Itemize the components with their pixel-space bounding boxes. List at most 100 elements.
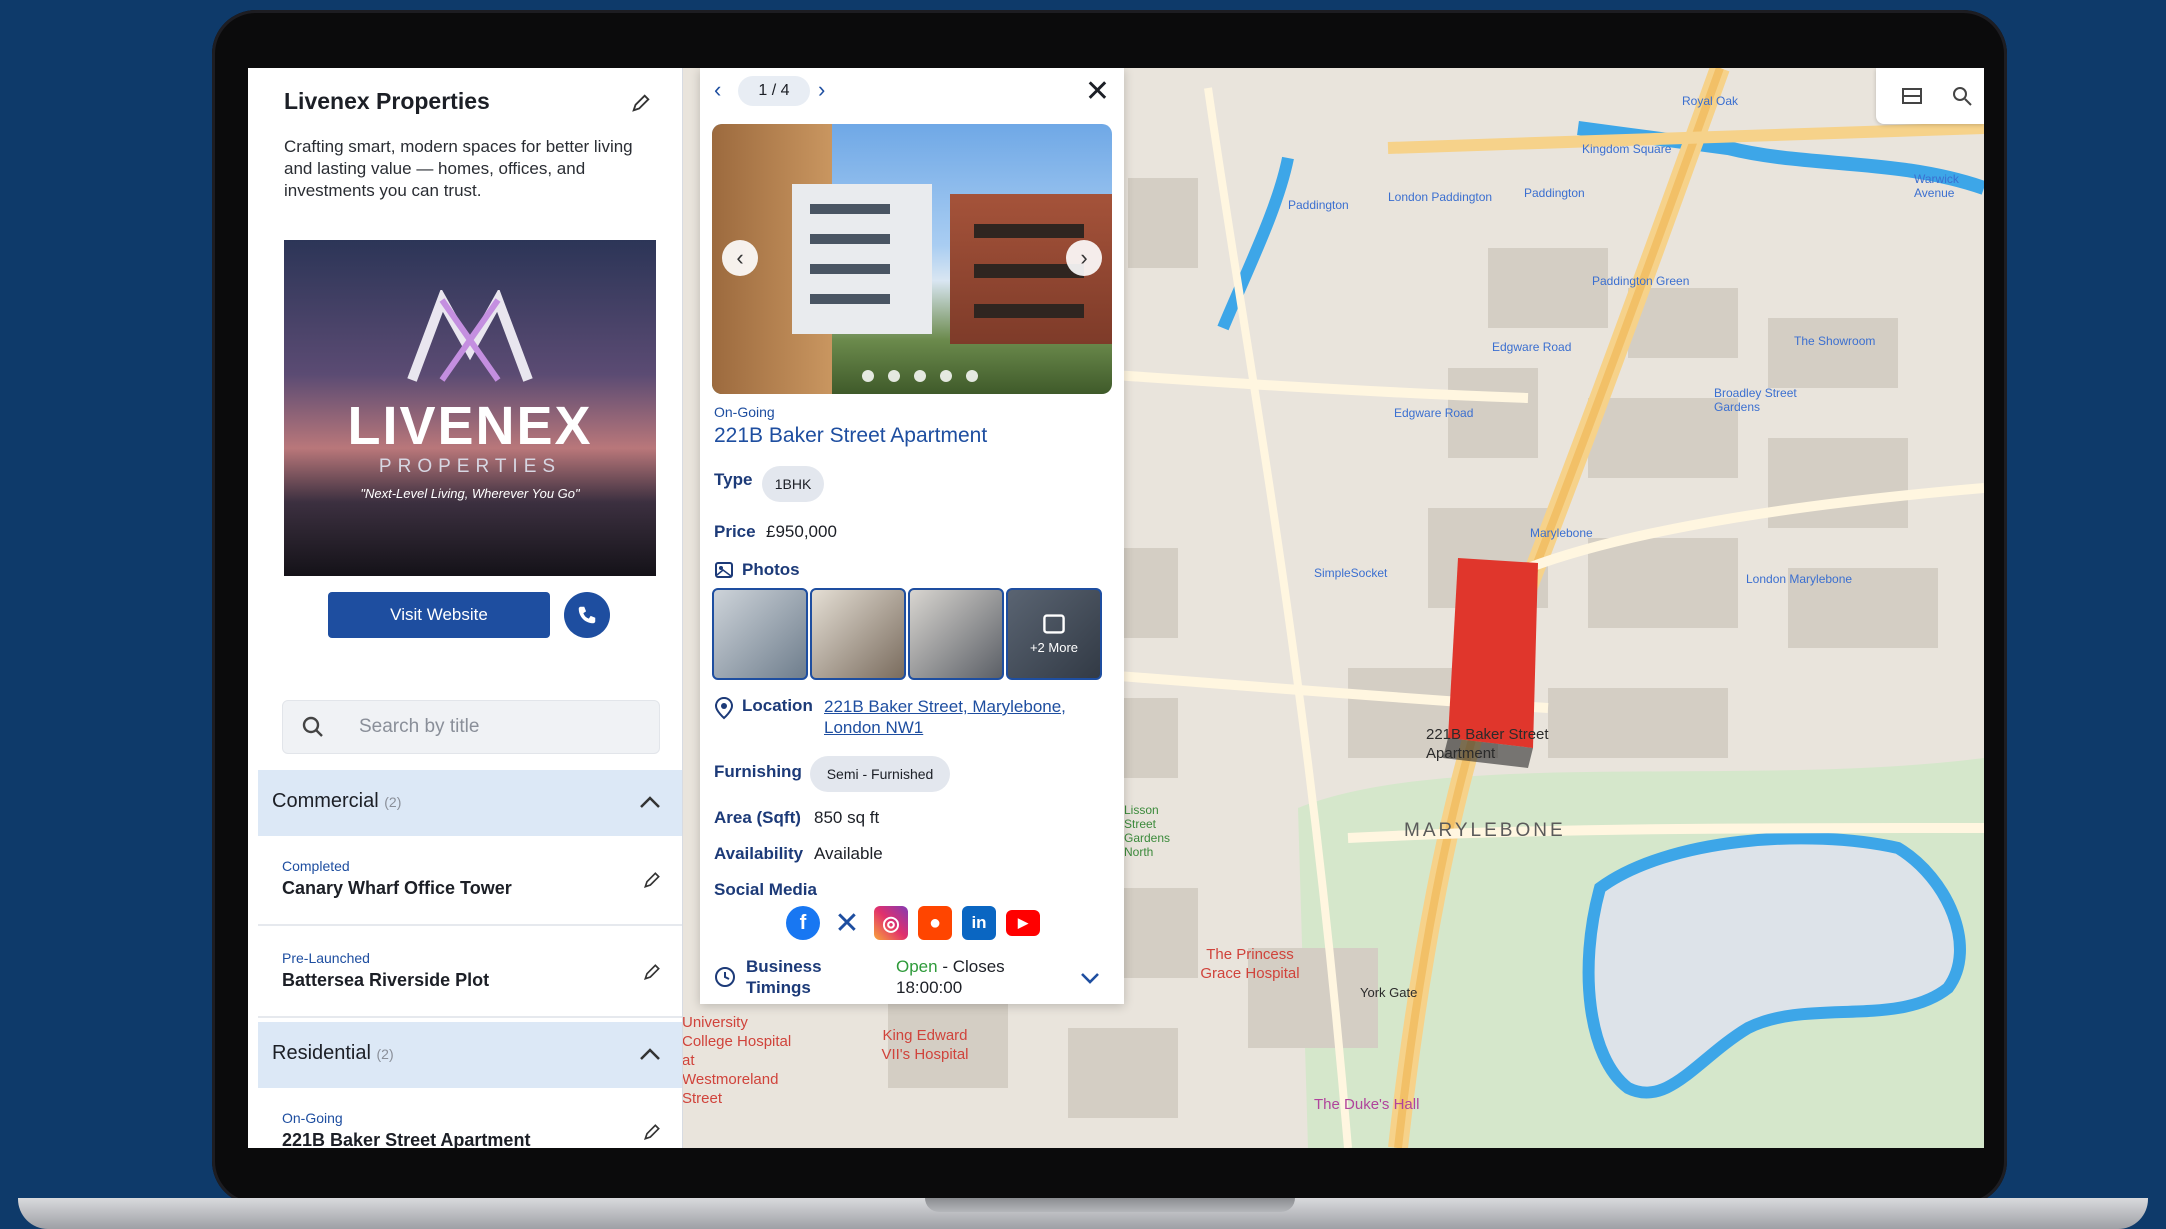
brand-title: Livenex Properties xyxy=(284,88,490,114)
photos-label: Photos xyxy=(742,560,800,579)
laptop-notch xyxy=(925,1198,1295,1212)
carousel-dot[interactable] xyxy=(914,370,926,382)
poi-label[interactable]: Broadley Street Gardens xyxy=(1714,386,1814,414)
photo-thumbnail[interactable] xyxy=(908,588,1004,680)
poi-label[interactable]: Paddington Green xyxy=(1592,274,1689,288)
property-detail-panel: ‹ 1 / 4 › ✕ ‹ › On-Going 221B Baker Stre… xyxy=(700,68,1124,1004)
edit-brand-icon[interactable] xyxy=(630,92,652,114)
prev-property-icon[interactable]: ‹ xyxy=(714,76,721,104)
search-field[interactable]: Search by title xyxy=(282,700,660,754)
item-status: Pre-Launched xyxy=(282,950,370,966)
availability-label: Availability xyxy=(714,844,804,863)
edit-icon[interactable] xyxy=(642,870,662,890)
hospital-label[interactable]: The Princess Grace Hospital xyxy=(1190,945,1310,983)
business-timings-value: Open - Closes 18:00:00 xyxy=(896,956,1036,998)
brand-description: Crafting smart, modern spaces for better… xyxy=(284,137,633,200)
poi-label[interactable]: Edgware Road xyxy=(1394,406,1473,420)
carousel-next-icon[interactable]: › xyxy=(1066,240,1102,276)
list-item[interactable]: Completed Canary Wharf Office Tower xyxy=(258,836,682,926)
location-label: Location xyxy=(742,696,813,715)
layers-icon[interactable] xyxy=(1900,84,1924,108)
item-status: Completed xyxy=(282,858,350,874)
photo-thumbnail[interactable] xyxy=(810,588,906,680)
carousel-prev-icon[interactable]: ‹ xyxy=(722,240,758,276)
list-item[interactable]: On-Going 221B Baker Street Apartment xyxy=(258,1088,682,1148)
x-icon[interactable]: ✕ xyxy=(830,906,864,940)
photo-thumbnail[interactable] xyxy=(712,588,808,680)
price-value: £950,000 xyxy=(766,522,837,541)
hospital-label[interactable]: University College Hospital at Westmorel… xyxy=(682,1013,792,1108)
photos-icon xyxy=(715,562,733,578)
chevron-up-icon[interactable] xyxy=(638,1044,662,1064)
chevron-up-icon[interactable] xyxy=(638,792,662,812)
edit-icon[interactable] xyxy=(642,962,662,982)
poi-label[interactable]: London Marylebone xyxy=(1746,572,1852,586)
open-status: Open xyxy=(896,957,938,976)
item-status: On-Going xyxy=(282,1110,343,1126)
hospital-label[interactable]: King Edward VII's Hospital xyxy=(870,1026,980,1064)
reddit-icon[interactable]: ● xyxy=(918,906,952,940)
carousel-dot[interactable] xyxy=(888,370,900,382)
more-photos-label: +2 More xyxy=(1029,640,1079,655)
poi-label[interactable]: Paddington xyxy=(1288,198,1349,212)
map-label[interactable]: Lisson Street Gardens North xyxy=(1124,803,1194,859)
carousel-dot[interactable] xyxy=(966,370,978,382)
map-search-icon[interactable] xyxy=(1950,84,1974,108)
logo-tagline: "Next-Level Living, Wherever You Go" xyxy=(360,486,580,501)
facebook-icon[interactable]: f xyxy=(786,906,820,940)
group-title: Residential xyxy=(272,1042,371,1064)
furnishing-chip: Semi - Furnished xyxy=(810,756,950,792)
search-placeholder: Search by title xyxy=(359,716,480,737)
type-chip: 1BHK xyxy=(762,466,824,502)
next-property-icon[interactable]: › xyxy=(818,76,825,104)
poi-label[interactable]: Edgware Road xyxy=(1492,340,1571,354)
availability-value: Available xyxy=(814,844,883,863)
poi-label[interactable]: Royal Oak xyxy=(1682,94,1738,108)
map-label[interactable]: The Duke's Hall xyxy=(1314,1095,1419,1114)
logo-subtitle: PROPERTIES xyxy=(378,456,562,477)
poi-label[interactable]: London Paddington xyxy=(1388,190,1492,204)
poi-label[interactable]: Marylebone xyxy=(1530,526,1593,540)
brand-sidebar: Livenex Properties Crafting smart, moder… xyxy=(248,68,683,1148)
poi-label[interactable]: Paddington xyxy=(1524,186,1585,200)
visit-website-button[interactable]: Visit Website xyxy=(328,592,550,638)
logo-wordmark: LIVENEX xyxy=(347,396,593,456)
youtube-icon[interactable]: ▶ xyxy=(1006,910,1040,936)
highlight-label[interactable]: 221B Baker Street Apartment xyxy=(1426,725,1566,763)
call-button[interactable] xyxy=(564,592,610,638)
pager-indicator: 1 / 4 xyxy=(738,76,810,106)
linkedin-icon[interactable]: in xyxy=(962,906,996,940)
item-title: Canary Wharf Office Tower xyxy=(282,878,512,898)
close-icon[interactable]: ✕ xyxy=(1085,74,1110,109)
highlighted-property[interactable] xyxy=(1448,558,1538,748)
edit-icon[interactable] xyxy=(642,1122,662,1142)
furnishing-label: Furnishing xyxy=(714,762,802,781)
chevron-down-icon[interactable] xyxy=(1078,968,1102,988)
map-controls xyxy=(1876,68,1984,124)
business-timings-label: Business Timings xyxy=(746,957,822,997)
phone-icon xyxy=(578,606,596,624)
poi-label[interactable]: Kingdom Square xyxy=(1582,142,1671,156)
more-photos-thumbnail[interactable]: +2 More xyxy=(1006,588,1102,680)
price-label: Price xyxy=(714,522,756,541)
property-photo-carousel[interactable]: ‹ › xyxy=(712,124,1112,394)
social-media-label: Social Media xyxy=(714,880,817,899)
group-count: (2) xyxy=(384,794,402,810)
carousel-dot[interactable] xyxy=(862,370,874,382)
property-title: 221B Baker Street Apartment xyxy=(714,424,988,447)
group-commercial[interactable]: Commercial (2) xyxy=(258,770,682,836)
clock-icon xyxy=(715,967,735,987)
poi-label[interactable]: The Showroom xyxy=(1794,334,1875,348)
group-residential[interactable]: Residential (2) xyxy=(258,1022,682,1088)
carousel-dot[interactable] xyxy=(940,370,952,382)
area-label: Area (Sqft) xyxy=(714,808,801,827)
location-link[interactable]: 221B Baker Street, Marylebone, London NW… xyxy=(824,696,1110,738)
group-count: (2) xyxy=(376,1046,394,1062)
poi-label[interactable]: Warwick Avenue xyxy=(1914,172,1984,200)
type-label: Type xyxy=(714,470,753,489)
poi-label[interactable]: SimpleSocket xyxy=(1314,566,1387,580)
map-label: York Gate xyxy=(1360,985,1418,1000)
instagram-icon[interactable]: ◎ xyxy=(874,906,908,940)
area-label: MARYLEBONE xyxy=(1404,820,1566,841)
list-item[interactable]: Pre-Launched Battersea Riverside Plot xyxy=(258,928,682,1018)
